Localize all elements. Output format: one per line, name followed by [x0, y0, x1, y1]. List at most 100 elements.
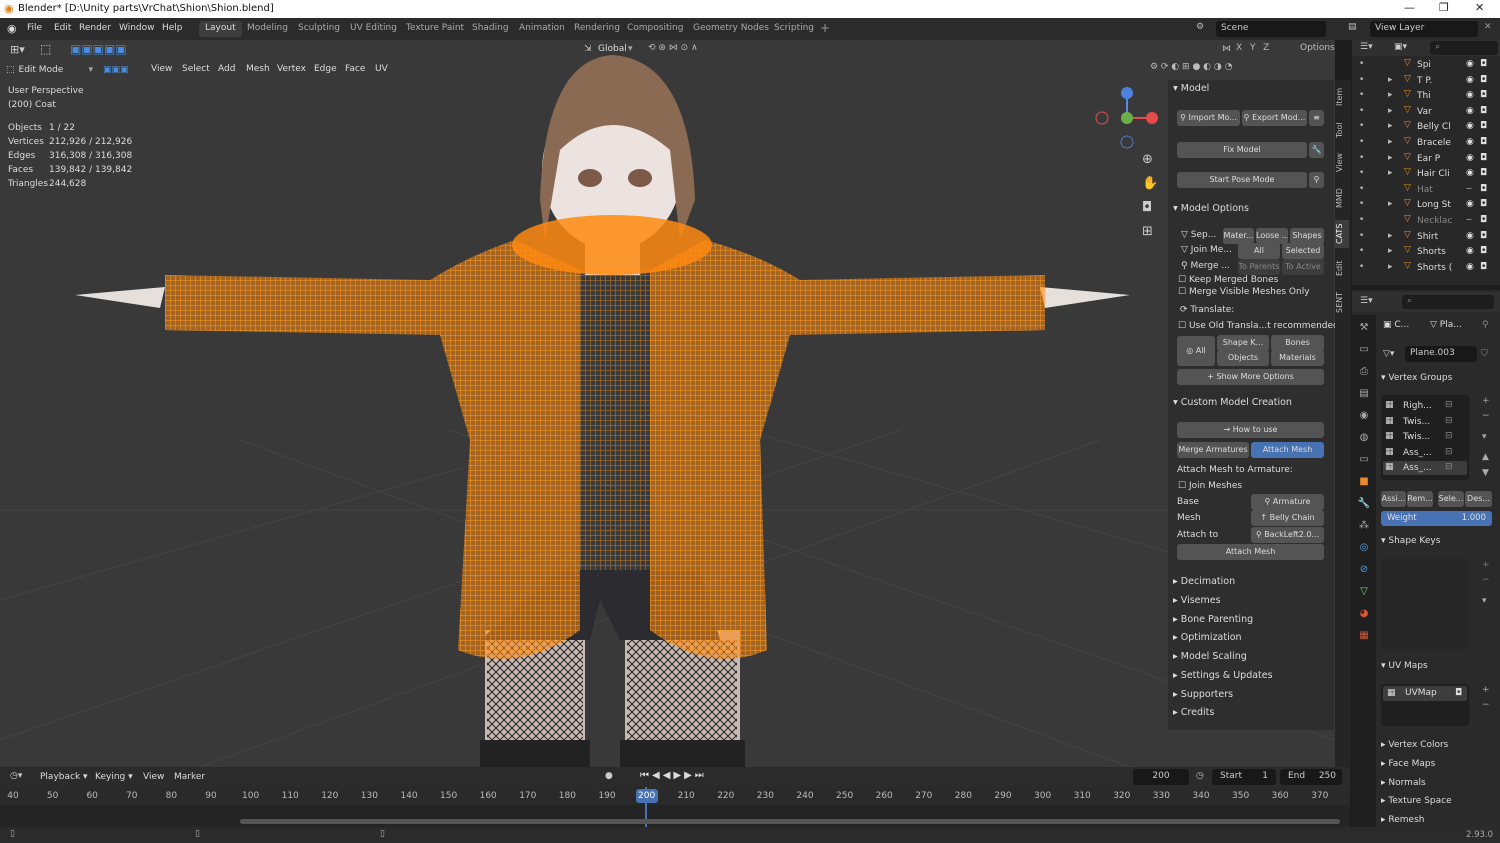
import-model-button[interactable]: ⚲ Import Mo... — [1177, 110, 1240, 126]
camera-render-icon[interactable]: ◘ — [1480, 121, 1487, 131]
expand-icon[interactable]: ▸ — [1388, 75, 1393, 85]
tab-scripting[interactable]: Scripting — [768, 21, 820, 37]
translate-all-button[interactable]: ◎ All — [1177, 336, 1215, 366]
outliner-item[interactable]: • ▸ ▽ Hair Cli ◉ ◘ — [1359, 167, 1500, 182]
lock-icon[interactable]: ⊟ — [1445, 462, 1453, 472]
move-up-icon[interactable]: ▲ — [1482, 452, 1489, 462]
add-group-icon[interactable]: + — [1482, 396, 1490, 406]
eye-icon[interactable]: ◉ — [1466, 106, 1474, 116]
join-all-button[interactable]: All — [1238, 243, 1280, 259]
select-mode-icons[interactable]: ▣▣▣▣▣ — [70, 42, 127, 56]
outliner-item[interactable]: • ▸ ▽ Long St ◉ ◘ — [1359, 198, 1500, 213]
uv-maps-header[interactable]: ▾ UV Maps — [1381, 661, 1428, 671]
outliner-item[interactable]: • ▸ ▽ Ear P ◉ ◘ — [1359, 152, 1500, 167]
eye-icon[interactable]: ◉ — [1466, 75, 1474, 85]
merge-to-parents-button[interactable]: To Parents — [1238, 259, 1280, 275]
vertex-groups-header[interactable]: ▾ Vertex Groups — [1381, 373, 1452, 383]
face-maps-header[interactable]: ▸ Face Maps — [1381, 759, 1435, 769]
how-to-use-button[interactable]: → How to use — [1177, 422, 1324, 438]
fake-user-icon[interactable]: ⛉ — [1481, 349, 1488, 359]
viewport-shading-icons[interactable]: ⚙ ⟳ ◐ ⊞ ● ◐ ◑ ◔ — [1150, 62, 1232, 72]
eye-icon[interactable]: ◉ — [1466, 246, 1474, 256]
scene-props-icon[interactable]: ◉ — [1352, 405, 1376, 427]
translate-bones-button[interactable]: Bones — [1271, 335, 1324, 351]
lock-icon[interactable]: ⊟ — [1445, 431, 1453, 441]
remove-group-icon[interactable]: − — [1482, 411, 1490, 421]
blender-menu-icon[interactable]: ◉ — [7, 22, 17, 35]
texture-space-header[interactable]: ▸ Texture Space — [1381, 796, 1452, 806]
maximize-icon[interactable]: ❐ — [1439, 1, 1449, 14]
mode-dropdown[interactable]: Edit Mode — [19, 65, 89, 75]
mesh-name-field[interactable]: Plane.003 — [1405, 346, 1477, 362]
properties-editor-icon[interactable]: ☰▾ — [1360, 296, 1373, 306]
tab-texture-paint[interactable]: Texture Paint — [400, 21, 470, 37]
camera-render-icon[interactable]: ◘ — [1480, 153, 1487, 163]
keep-merged-bones-checkbox[interactable]: ☐ Keep Merged Bones — [1178, 275, 1278, 285]
vp-menu-uv[interactable]: UV — [375, 64, 388, 74]
join-selected-button[interactable]: Selected — [1282, 243, 1324, 259]
assign-button[interactable]: Assi... — [1381, 491, 1406, 507]
keying-menu[interactable]: Keying ▾ — [95, 772, 133, 782]
outliner-item[interactable]: • ▸ ▽ Belly Cl ◉ ◘ — [1359, 120, 1500, 135]
group-menu-icon[interactable]: ▾ — [1482, 432, 1487, 442]
tab-view[interactable]: View — [1335, 150, 1349, 176]
texture-icon[interactable]: ▦ — [1352, 625, 1376, 647]
tab-sent[interactable]: SENT — [1335, 288, 1349, 316]
remove-button[interactable]: Rem... — [1407, 491, 1433, 507]
fix-model-button[interactable]: Fix Model — [1177, 142, 1307, 158]
particles-icon[interactable]: ⁂ — [1352, 515, 1376, 537]
pin-icon[interactable]: ⚲ — [1482, 320, 1489, 330]
axis-z[interactable]: Z — [1263, 43, 1269, 53]
expand-icon[interactable]: ▸ — [1388, 90, 1393, 100]
translate-shapekeys-button[interactable]: Shape K... — [1217, 335, 1269, 351]
tab-shading[interactable]: Shading — [466, 21, 515, 37]
mirror-icon[interactable]: ⋈ — [1222, 44, 1231, 54]
normals-header[interactable]: ▸ Normals — [1381, 778, 1426, 788]
select-type-icons[interactable]: ▣▣▣ — [103, 65, 129, 75]
select-tool-icon[interactable]: ⬚ — [40, 42, 51, 56]
output-icon[interactable]: ⎙ — [1352, 361, 1376, 383]
minimize-icon[interactable]: — — [1404, 1, 1415, 14]
bone-parenting-header[interactable]: ▸ Bone Parenting — [1173, 614, 1253, 625]
tab-modeling[interactable]: Modeling — [241, 21, 294, 37]
outliner-item[interactable]: • ▸ ▽ T P. ◉ ◘ — [1359, 74, 1500, 89]
options-dropdown[interactable]: Options — [1300, 43, 1335, 53]
outliner-item[interactable]: • ▸ ▽ Thi ◉ ◘ — [1359, 89, 1500, 104]
pose-icon[interactable]: ⚲ — [1309, 172, 1324, 188]
merge-visible-checkbox[interactable]: ☐ Merge Visible Meshes Only — [1178, 287, 1310, 297]
close-icon[interactable]: ✕ — [1475, 1, 1484, 14]
tab-rendering[interactable]: Rendering — [568, 21, 626, 37]
separate-loose-button[interactable]: Loose ... — [1256, 228, 1288, 244]
expand-icon[interactable]: ▸ — [1388, 246, 1393, 256]
move-down-icon[interactable]: ▼ — [1482, 468, 1489, 478]
join-meshes-checkbox[interactable]: ☐ Join Meshes — [1178, 481, 1242, 491]
translate-materials-button[interactable]: Materials — [1271, 350, 1324, 366]
vertex-group-item[interactable]: ▦ Righ... ⊟ — [1383, 399, 1467, 413]
marker-menu[interactable]: Marker — [174, 772, 205, 782]
vertex-group-item[interactable]: ▦ Ass_... ⊟ — [1383, 446, 1467, 460]
tool-icon[interactable]: ⚒ — [1352, 317, 1376, 339]
tab-uv-editing[interactable]: UV Editing — [344, 21, 403, 37]
expand-icon[interactable]: ▸ — [1388, 262, 1393, 272]
grid-icon[interactable]: ⊞ — [1142, 224, 1153, 239]
camera-render-icon[interactable]: ◘ — [1480, 184, 1487, 194]
3d-viewport[interactable]: ⊞▾ ⬚ ▣▣▣▣▣ ⇲ Global ▾ ⟲ ⊛ ⋈ ⊙ ∧ ⋈ X Y Z … — [0, 40, 1335, 767]
remove-uv-icon[interactable]: − — [1482, 700, 1490, 710]
modifier-icon[interactable]: 🔧 — [1352, 493, 1376, 515]
outliner-search-input[interactable]: ⌕ — [1430, 41, 1498, 55]
lock-icon[interactable]: ⊟ — [1445, 447, 1453, 457]
separate-shapes-button[interactable]: Shapes — [1290, 228, 1324, 244]
vp-menu-face[interactable]: Face — [345, 64, 365, 74]
tab-animation[interactable]: Animation — [513, 21, 571, 37]
add-uv-icon[interactable]: + — [1482, 685, 1490, 695]
eye-closed-icon[interactable]: ⌣ — [1466, 215, 1472, 225]
base-armature-dropdown[interactable]: ⚲ Armature — [1251, 494, 1324, 510]
camera-render-icon[interactable]: ◘ — [1480, 215, 1487, 225]
vertex-group-item[interactable]: ▦ Ass_... ⊟ — [1383, 461, 1467, 476]
uv-map-item[interactable]: ▦ UVMap ◘ — [1383, 686, 1467, 701]
select-button[interactable]: Sele... — [1438, 491, 1464, 507]
tab-item[interactable]: Item — [1335, 84, 1349, 110]
wrench-icon[interactable]: 🔧 — [1309, 142, 1324, 158]
mesh-data-browse-icon[interactable]: ▽▾ — [1383, 349, 1394, 359]
menu-help[interactable]: Help — [162, 23, 183, 33]
